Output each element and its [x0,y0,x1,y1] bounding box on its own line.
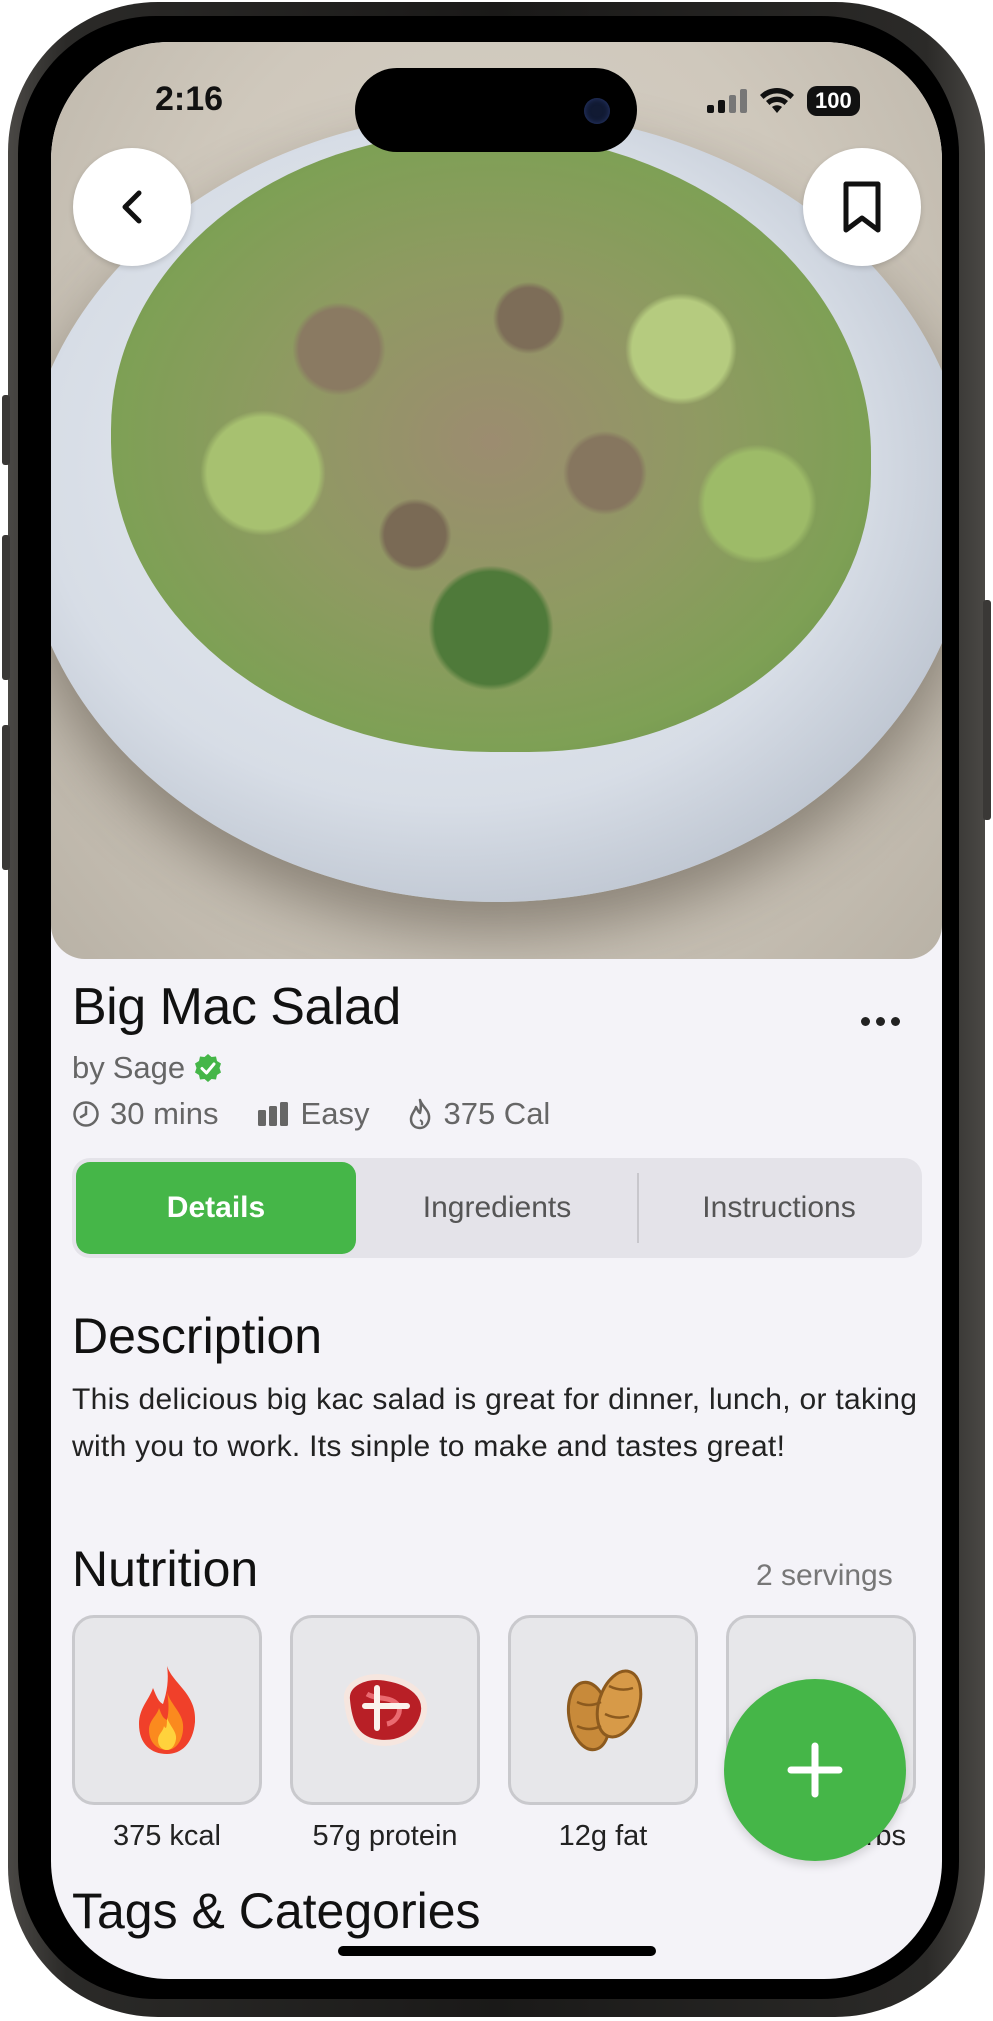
back-button[interactable] [73,148,191,266]
action-button [2,395,10,465]
servings-count: 2 servings [756,1559,893,1592]
nutrition-label-calories: 375 kcal [112,1820,221,1852]
volume-up-button [2,535,10,680]
description-heading: Description [72,1308,323,1364]
peanut-icon [566,1669,643,1752]
nutrition-label-protein: 57g protein [312,1820,458,1852]
battery-indicator: 100 [807,86,860,116]
volume-down-button [2,725,10,870]
author-name[interactable]: Sage [113,1050,185,1086]
clock-icon [73,1101,99,1127]
calories: 375 Cal [443,1096,551,1131]
more-dot [891,1017,900,1026]
recipe-meta: 30 mins Easy 375 Cal [72,1096,550,1132]
fire-icon [139,1666,196,1754]
more-options-button[interactable] [861,1017,900,1026]
verified-badge-icon [195,1054,222,1082]
tab-details[interactable]: Details [76,1162,356,1254]
bookmark-button[interactable] [803,148,921,266]
nutrition-label-fat: 12g fat [558,1820,648,1852]
plus-icon [787,1742,843,1798]
home-indicator[interactable] [338,1946,656,1956]
description-text: This delicious big kac salad is great fo… [72,1383,918,1463]
status-icons: 100 [707,84,860,118]
difficulty: Easy [300,1096,370,1131]
steak-icon [343,1674,428,1746]
nutrition-card-protein[interactable] [290,1615,480,1805]
tab-instructions[interactable]: Instructions [639,1162,919,1254]
difficulty-bars-icon [257,1102,288,1126]
bookmark-icon [843,181,881,233]
nutrition-card-fat[interactable] [508,1615,698,1805]
tab-ingredients[interactable]: Ingredients [358,1162,636,1254]
more-dot [876,1017,885,1026]
add-button[interactable] [724,1679,906,1861]
flame-icon [410,1098,431,1130]
wifi-icon [760,87,794,113]
author-line: by Sage [72,1050,223,1086]
more-dot [861,1017,870,1026]
prep-time: 30 mins [110,1096,219,1131]
recipe-title: Big Mac Salad [72,978,401,1036]
screen: 2:16 100 Big Mac Salad by Sage 30 mins E… [51,42,942,1979]
cellular-signal-icon [707,89,747,113]
camera-icon [584,98,610,124]
author-prefix: by [72,1050,105,1085]
detail-tabs: Details Ingredients Instructions [72,1158,922,1258]
nutrition-card-calories[interactable] [72,1615,262,1805]
tags-heading: Tags & Categories [72,1883,481,1939]
power-button [983,600,991,820]
status-time: 2:16 [155,80,224,118]
nutrition-heading: Nutrition [72,1541,259,1597]
chevron-left-icon [122,190,142,224]
